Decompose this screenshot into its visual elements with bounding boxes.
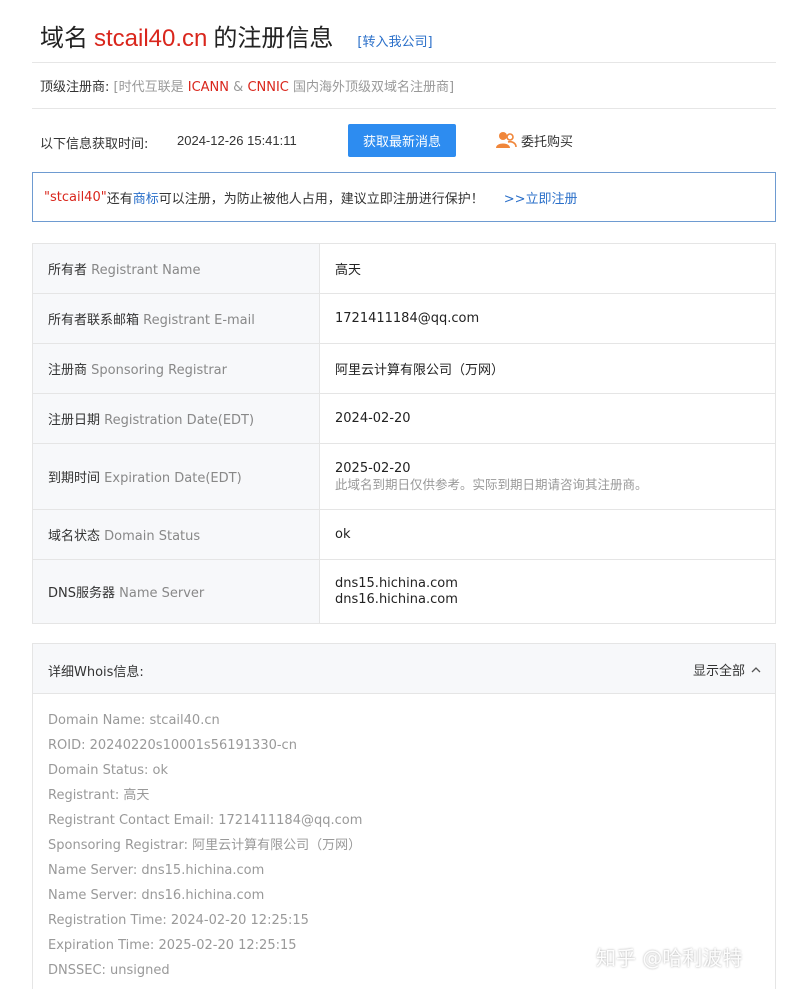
- whois-line: Sponsoring Registrar: 阿里云计算有限公司（万网）: [48, 838, 362, 853]
- divider: [32, 108, 776, 109]
- key-zh: 注册日期: [48, 413, 101, 428]
- registration-date-value: 2024-02-20: [319, 393, 776, 444]
- icann-text: ICANN: [187, 80, 230, 95]
- whois-line: Registrant Contact Email: 1721411184@qq.…: [48, 813, 363, 828]
- expiration-date-cell: 2025-02-20 此域名到期日仅供参考。实际到期日期请咨询其注册商。: [319, 443, 776, 510]
- row-key: 注册商 Sponsoring Registrar: [32, 343, 320, 394]
- row-key: 注册日期 Registration Date(EDT): [32, 393, 320, 444]
- fetch-time-label: 以下信息获取时间:: [40, 137, 149, 152]
- sponsoring-registrar-value: 阿里云计算有限公司（万网）: [319, 343, 776, 394]
- whois-line: Registration Time: 2024-02-20 12:25:15: [48, 913, 309, 928]
- row-key: 所有者 Registrant Name: [32, 243, 320, 294]
- chevron-up-icon: [751, 666, 761, 672]
- whois-summary-table: 所有者 Registrant Name 高天 所有者联系邮箱 Registran…: [32, 243, 776, 624]
- fetch-time-value: 2024-12-26 15:41:11: [177, 133, 297, 148]
- show-all-toggle[interactable]: 显示全部: [693, 660, 761, 679]
- show-all-label: 显示全部: [692, 664, 745, 679]
- divider: [32, 62, 776, 63]
- watermark: 知乎 @哈利波特: [596, 946, 743, 970]
- page-title: 域名 stcail40.cn 的注册信息 [转入我公司]: [40, 18, 433, 52]
- whois-detail-title: 详细Whois信息:: [48, 665, 144, 680]
- key-zh: 所有者: [48, 263, 88, 278]
- whois-line: Name Server: dns16.hichina.com: [48, 888, 265, 903]
- expiration-date-value: 2025-02-20: [335, 460, 411, 476]
- trademark-link[interactable]: 商标: [133, 188, 159, 207]
- registrant-email-value: 1721411184@qq.com: [319, 293, 776, 344]
- key-zh: DNS服务器: [48, 586, 115, 601]
- registrant-name-value: 高天: [319, 243, 776, 294]
- key-en: Name Server: [119, 586, 205, 601]
- whois-line: Domain Status: ok: [48, 763, 168, 778]
- whois-line: Expiration Time: 2025-02-20 12:25:15: [48, 938, 297, 953]
- key-zh: 到期时间: [48, 471, 101, 486]
- entrust-label: 委托购买: [521, 134, 574, 150]
- key-en: Sponsoring Registrar: [91, 363, 227, 378]
- domain-status-value: ok: [319, 509, 776, 560]
- fetch-row: 以下信息获取时间: 2024-12-26 15:41:11 获取最新消息 委托购…: [40, 124, 600, 158]
- table-row: 注册商 Sponsoring Registrar 阿里云计算有限公司（万网）: [32, 343, 776, 394]
- row-key: 域名状态 Domain Status: [32, 509, 320, 560]
- whois-line: Registrant: 高天: [48, 788, 150, 803]
- amp-text: &: [233, 80, 244, 95]
- table-row: 所有者 Registrant Name 高天: [32, 243, 776, 294]
- registrar-text-1: [时代互联是: [113, 80, 184, 95]
- whois-line: Name Server: dns15.hichina.com: [48, 863, 265, 878]
- key-en: Registration Date(EDT): [104, 413, 255, 428]
- top-registrar-label: 顶级注册商:: [40, 80, 110, 95]
- whois-line: DNSSEC: unsigned: [48, 963, 170, 978]
- whois-detail-panel: 详细Whois信息: 显示全部 Domain Name: stcail40.cn…: [32, 643, 776, 989]
- whois-detail-header: 详细Whois信息: 显示全部: [33, 644, 775, 694]
- register-notice: "stcail40" 还有 商标 可以注册，为防止被他人占用，建议立即注册进行保…: [32, 172, 776, 222]
- name-server-2: dns16.hichina.com: [335, 591, 458, 607]
- key-en: Expiration Date(EDT): [104, 471, 242, 486]
- whois-raw-lines: Domain Name: stcail40.cn ROID: 20240220s…: [48, 708, 362, 983]
- table-row: DNS服务器 Name Server dns15.hichina.com dns…: [32, 559, 776, 624]
- notice-text-2: 可以注册，为防止被他人占用，建议立即注册进行保护！: [158, 191, 484, 207]
- title-suffix: 的注册信息: [213, 24, 334, 52]
- key-zh: 所有者联系邮箱: [48, 313, 140, 328]
- key-en: Registrant Name: [91, 263, 201, 278]
- table-row: 到期时间 Expiration Date(EDT) 2025-02-20 此域名…: [32, 443, 776, 510]
- title-prefix: 域名: [40, 24, 88, 52]
- key-zh: 注册商: [48, 363, 88, 378]
- name-server-1: dns15.hichina.com: [335, 575, 458, 591]
- key-en: Domain Status: [104, 529, 201, 544]
- transfer-link[interactable]: [转入我公司]: [357, 31, 432, 50]
- table-row: 注册日期 Registration Date(EDT) 2024-02-20: [32, 393, 776, 444]
- expiration-hint: 此域名到期日仅供参考。实际到期日期请咨询其注册商。: [335, 476, 648, 492]
- title-domain: stcail40.cn: [94, 25, 208, 52]
- register-now-link[interactable]: >>立即注册: [504, 188, 578, 207]
- table-row: 所有者联系邮箱 Registrant E-mail 1721411184@qq.…: [32, 293, 776, 344]
- key-zh: 域名状态: [48, 529, 101, 544]
- notice-text-1: 还有: [106, 191, 133, 207]
- registrar-text-2: 国内海外顶级双域名注册商]: [293, 80, 455, 95]
- key-en: Registrant E-mail: [143, 313, 255, 328]
- user-group-icon: [496, 132, 517, 148]
- row-key: 所有者联系邮箱 Registrant E-mail: [32, 293, 320, 344]
- top-registrar-line: 顶级注册商: [时代互联是 ICANN & CNNIC 国内海外顶级双域名注册商…: [40, 76, 454, 95]
- whois-line: Domain Name: stcail40.cn: [48, 713, 220, 728]
- cnnic-text: CNNIC: [247, 80, 289, 95]
- table-row: 域名状态 Domain Status ok: [32, 509, 776, 560]
- notice-name: "stcail40": [44, 189, 107, 205]
- entrust-buy-link[interactable]: 委托购买: [495, 130, 573, 150]
- whois-line: ROID: 20240220s10001s56191330-cn: [48, 738, 297, 753]
- refresh-button[interactable]: 获取最新消息: [348, 124, 456, 157]
- name-server-cell: dns15.hichina.com dns16.hichina.com: [319, 559, 776, 624]
- row-key: 到期时间 Expiration Date(EDT): [32, 443, 320, 510]
- row-key: DNS服务器 Name Server: [32, 559, 320, 624]
